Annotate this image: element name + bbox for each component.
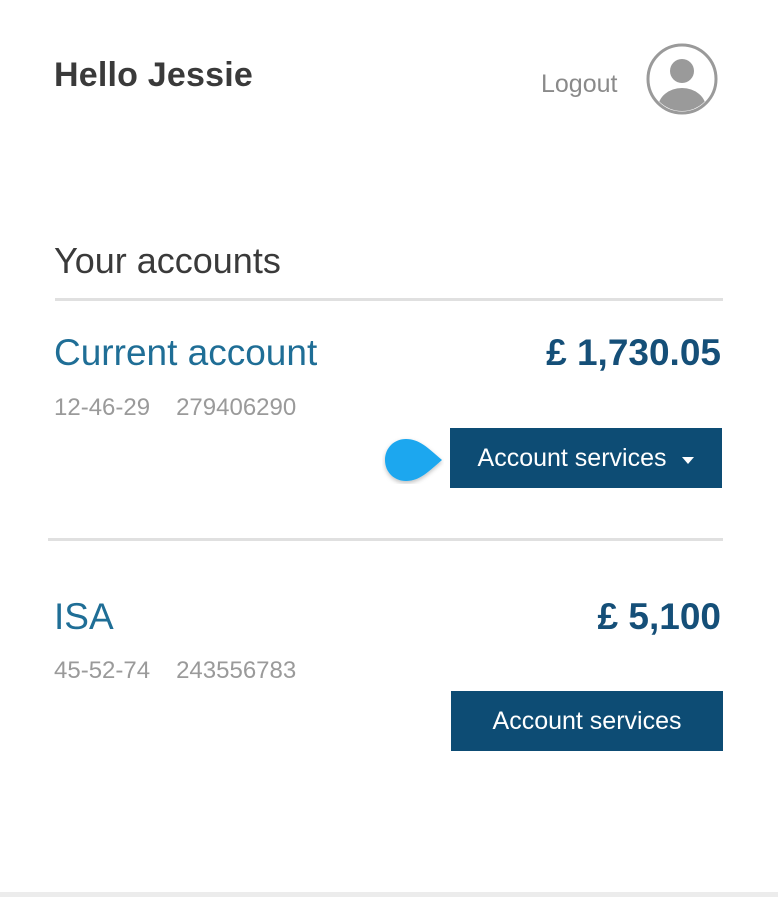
- logout-link[interactable]: Logout: [541, 70, 617, 99]
- user-avatar-icon[interactable]: [645, 42, 719, 116]
- account-services-label: Account services: [492, 706, 682, 735]
- caret-down-icon: [682, 456, 695, 464]
- sort-code: 45-52-74: [54, 657, 151, 684]
- section-divider: [55, 298, 723, 301]
- account-details-current: 12-46-29 279406290: [54, 394, 296, 422]
- sort-code: 12-46-29: [54, 394, 151, 421]
- account-name-current[interactable]: Current account: [54, 332, 317, 374]
- account-services-button-current[interactable]: Account services: [450, 428, 722, 488]
- account-number: 243556783: [176, 657, 297, 684]
- account-details-isa: 45-52-74 243556783: [54, 657, 296, 685]
- greeting-heading: Hello Jessie: [54, 56, 253, 94]
- account-divider: [48, 538, 723, 541]
- section-title-your-accounts: Your accounts: [54, 240, 281, 281]
- account-balance-isa: £ 5,100: [597, 596, 721, 637]
- account-name-isa[interactable]: ISA: [54, 596, 114, 638]
- bottom-divider: [0, 892, 778, 897]
- account-overview-page: Hello Jessie Logout Your accounts Curren…: [0, 0, 778, 897]
- hotspot-marker-icon[interactable]: [382, 436, 444, 484]
- account-number: 279406290: [176, 394, 297, 421]
- account-services-button-isa[interactable]: Account services: [451, 691, 723, 751]
- account-balance-current: £ 1,730.05: [546, 332, 721, 373]
- account-services-label: Account services: [477, 443, 667, 472]
